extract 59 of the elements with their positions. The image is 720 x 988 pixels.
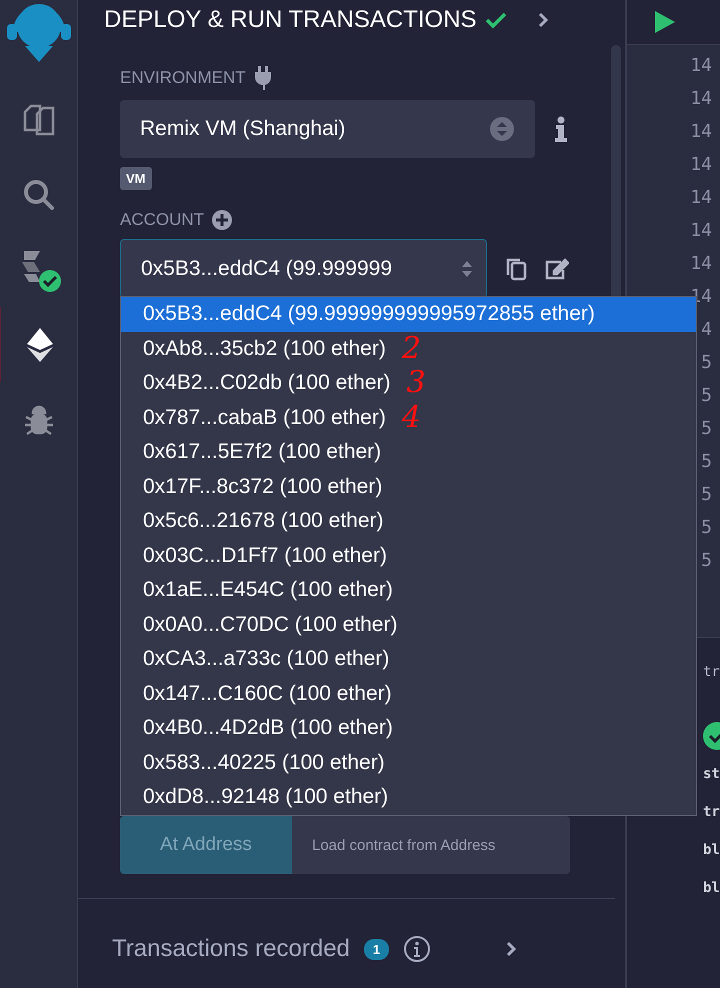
info-icon[interactable] xyxy=(403,935,432,963)
account-label: ACCOUNT xyxy=(120,210,204,230)
play-icon[interactable] xyxy=(653,9,677,35)
line-number: 5 xyxy=(700,483,712,507)
terminal-text: st xyxy=(703,766,720,782)
line-number: 5 xyxy=(700,417,712,441)
handwritten-note: 2 xyxy=(402,334,421,364)
line-number: 4 xyxy=(700,318,712,342)
environment-select[interactable]: Remix VM (Shanghai) xyxy=(120,100,535,158)
chevron-right-icon[interactable] xyxy=(536,11,549,29)
copy-icon[interactable] xyxy=(505,256,527,280)
line-number: 14 xyxy=(689,87,712,111)
line-number: 14 xyxy=(689,252,712,276)
info-icon[interactable] xyxy=(555,116,567,142)
account-option[interactable]: 0x583...40225 (100 ether) xyxy=(121,746,696,780)
account-option[interactable]: 0x1aE...E454C (100 ether) xyxy=(121,573,696,608)
panel-title: DEPLOY & RUN TRANSACTIONS xyxy=(104,6,477,34)
account-option[interactable]: 0x147...C160C (100 ether) xyxy=(121,676,696,711)
handwritten-note: 3 xyxy=(406,368,426,398)
edit-icon[interactable] xyxy=(545,258,569,280)
search-icon xyxy=(22,178,56,212)
plus-circle-icon[interactable] xyxy=(212,210,232,230)
line-number: 14 xyxy=(689,186,712,210)
handwritten-note: 4 xyxy=(402,402,421,433)
account-option[interactable]: 0xCA3...a733c (100 ether) xyxy=(121,642,696,676)
line-number: 14 xyxy=(689,153,712,177)
account-option[interactable]: 0x787...cabaB (100 ether) 4 xyxy=(121,400,696,435)
account-option[interactable]: 0x17F...8c372 (100 ether) xyxy=(121,470,696,504)
account-option[interactable]: 0xdD8...92148 (100 ether) xyxy=(121,780,696,814)
account-option[interactable]: 0xAb8...35cb2 (100 ether) 2 xyxy=(121,332,696,366)
terminal-text: bl xyxy=(703,880,720,896)
plug-icon xyxy=(254,66,272,90)
account-option[interactable]: 0x03C...D1Ff7 (100 ether) xyxy=(121,538,696,573)
terminal-text: tr xyxy=(703,804,720,820)
account-option[interactable]: 0x5c6...21678 (100 ether) xyxy=(121,504,696,538)
vm-badge: VM xyxy=(120,167,152,190)
line-number: 5 xyxy=(700,351,712,375)
account-option[interactable]: 0x4B2...C02db (100 ether) 3 xyxy=(121,366,696,400)
chevron-right-icon[interactable] xyxy=(505,940,518,958)
account-option[interactable]: 0x4B0...4D2dB (100 ether) xyxy=(121,711,696,746)
line-number: 5 xyxy=(700,516,712,540)
terminal-text: tr xyxy=(703,664,720,680)
address-field[interactable]: Load contract from Address xyxy=(292,816,570,874)
line-number: 14 xyxy=(689,219,712,243)
line-number: 5 xyxy=(700,384,712,408)
transactions-recorded-label: Transactions recorded xyxy=(112,935,350,963)
updown-icon xyxy=(489,116,515,142)
account-option[interactable]: 0x617...5E7f2 (100 ether) xyxy=(121,435,696,470)
account-select[interactable]: 0x5B3...eddC4 (99.999999 xyxy=(120,239,487,298)
terminal-text: bl xyxy=(703,842,720,858)
check-icon xyxy=(484,11,507,29)
account-option[interactable]: 0x5B3...eddC4 (99.999999999995972855 ether) xyxy=(121,297,696,332)
environment-label: ENVIRONMENT xyxy=(120,68,246,88)
line-number: 5 xyxy=(700,549,712,573)
line-number: 14 xyxy=(689,120,712,144)
line-number: 5 xyxy=(700,450,712,474)
account-option[interactable]: 0x0A0...C70DC (100 ether) xyxy=(121,608,696,642)
count-badge: 1 xyxy=(364,938,390,960)
line-number: 14 xyxy=(689,54,712,78)
